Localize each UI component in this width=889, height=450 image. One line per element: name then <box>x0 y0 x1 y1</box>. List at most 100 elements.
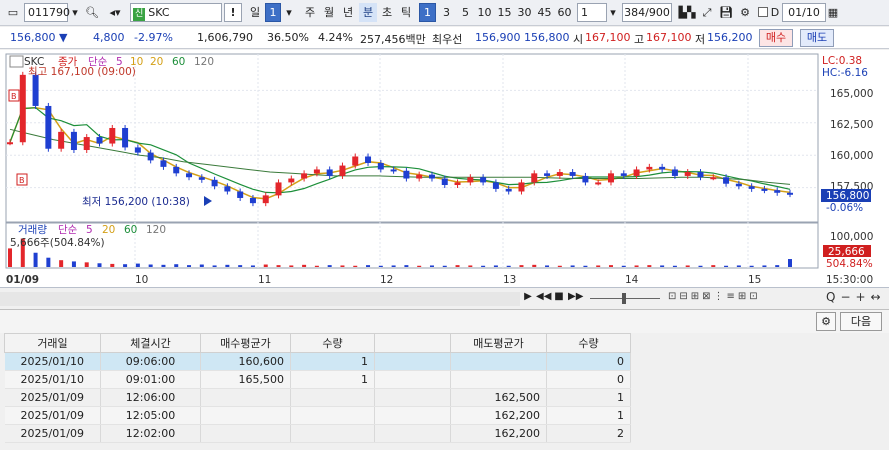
bar-count-field[interactable]: 384/900 <box>622 3 672 22</box>
rewind-icon[interactable]: ◀◀ <box>536 291 551 306</box>
search-icon[interactable]: 🔍︎ <box>83 3 101 22</box>
tab-week[interactable]: 주 <box>301 3 319 22</box>
chart-type-icon[interactable]: ▙▚ <box>677 3 697 22</box>
volume-bar <box>212 265 217 267</box>
column-header[interactable]: 수량 <box>290 333 375 353</box>
column-header[interactable]: 수량 <box>546 333 631 353</box>
line-tool-icon[interactable]: ⤢ <box>698 3 716 22</box>
volume-bar <box>481 265 486 267</box>
minute-option-15[interactable]: 15 <box>495 3 514 22</box>
tab-year[interactable]: 년 <box>339 3 357 22</box>
count-select[interactable]: 1 <box>577 3 607 22</box>
grid-settings-icon[interactable]: ⚙ <box>816 312 836 331</box>
window-menu-icon[interactable]: ▭ <box>3 3 23 22</box>
price-volume-chart[interactable]: SKC 종가 단순 5 10 20 60 120 최고 167,100 (09:… <box>0 50 889 288</box>
volume-bar <box>161 264 166 267</box>
period-spinner-arrow-icon[interactable]: ▾ <box>282 3 296 22</box>
volume-bar <box>289 265 294 267</box>
volume-bar <box>97 263 102 267</box>
best-ask: 156,900 <box>475 31 521 44</box>
tab-tick[interactable]: 틱 <box>397 3 415 22</box>
volume-bar <box>404 265 409 267</box>
table-row[interactable]: 2025/01/09 12:06:00 162,500 1 <box>4 388 631 407</box>
volume-bar <box>417 265 422 267</box>
chart-menu-icon[interactable] <box>9 55 24 68</box>
table-row[interactable]: 2025/01/10 09:01:00 165,500 1 0 <box>4 370 631 389</box>
chart-area[interactable]: SKC 종가 단순 5 10 20 60 120 최고 167,100 (09:… <box>0 50 889 288</box>
next-button[interactable]: 다음 <box>840 312 882 331</box>
stock-name-field[interactable]: 신 SKC <box>130 3 222 22</box>
minute-option-45[interactable]: 45 <box>535 3 554 22</box>
candle <box>735 183 742 187</box>
high-annotation: 최고 167,100 (09:00) <box>28 66 136 78</box>
tab-second[interactable]: 초 <box>378 3 396 22</box>
volume-bar <box>378 265 383 267</box>
buy-qty <box>290 388 375 407</box>
volume-bar <box>46 257 51 267</box>
minute-option-1[interactable]: 1 <box>419 3 436 22</box>
table-row[interactable]: 2025/01/09 12:05:00 162,200 1 <box>4 406 631 425</box>
zoom-slider-handle[interactable] <box>622 293 626 304</box>
candle <box>134 147 141 153</box>
zoom-controls-icon[interactable]: Q−+↔ <box>826 290 886 306</box>
minute-option-10[interactable]: 10 <box>475 3 494 22</box>
volume-bar <box>596 265 601 267</box>
volume-bar <box>353 265 358 267</box>
settings-icon[interactable]: ⚙ <box>736 3 754 22</box>
column-header[interactable]: 거래일 <box>4 333 101 353</box>
minute-option-5[interactable]: 5 <box>457 3 474 22</box>
table-row[interactable]: 2025/01/10 09:06:00 160,600 1 0 <box>4 352 631 371</box>
count-dropdown-icon[interactable]: ▾ <box>607 3 619 22</box>
sound-dropdown-icon[interactable]: ◂▾ <box>102 3 128 22</box>
play-icon[interactable]: ▶ <box>522 291 534 306</box>
buy-qty: 1 <box>290 370 375 389</box>
column-header[interactable] <box>374 333 451 353</box>
volume-bar <box>621 265 626 267</box>
buy-avg-price <box>200 424 291 443</box>
column-header[interactable]: 체결시간 <box>100 333 201 353</box>
volume-max-annotation: 5,666주(504.84%) <box>10 237 105 249</box>
table-header-row: 거래일 체결시간 매수평균가 수량 매도평균가 수량 <box>4 333 631 353</box>
volume-bar <box>110 263 115 267</box>
column-header[interactable]: 매도평균가 <box>450 333 547 353</box>
period-spinner[interactable]: 1 <box>265 3 281 22</box>
legend-ma120: 120 <box>194 56 214 68</box>
candle <box>710 177 717 180</box>
trade-date: 2025/01/10 <box>4 370 101 389</box>
x-label: 15 <box>748 274 761 286</box>
spacer-cell <box>374 370 451 389</box>
chart-tool-icons[interactable]: ⊡⊟⊞⊠⋮≡⊞⊡ <box>668 291 818 306</box>
code-dropdown-icon[interactable]: ▾ <box>68 3 82 22</box>
tab-day[interactable]: 일 <box>246 3 264 22</box>
volume-bar <box>123 264 128 267</box>
candle <box>761 188 768 191</box>
tab-minute[interactable]: 분 <box>359 3 377 22</box>
stock-code-input[interactable]: 011790 <box>24 3 70 22</box>
tab-month[interactable]: 월 <box>320 3 338 22</box>
candle <box>32 74 39 106</box>
alert-button[interactable]: ! <box>224 3 242 22</box>
table-row[interactable]: 2025/01/09 12:02:00 162,200 2 <box>4 424 631 443</box>
x-label: 10 <box>135 274 148 286</box>
buy-button[interactable]: 매수 <box>759 29 793 47</box>
volume-bar <box>391 265 396 267</box>
volume-bar <box>314 265 319 267</box>
minute-option-60[interactable]: 60 <box>555 3 574 22</box>
volume-bar <box>570 265 575 267</box>
forward-icon[interactable]: ▶▶ <box>568 291 583 306</box>
stop-icon[interactable]: ■ <box>553 291 565 306</box>
candle <box>646 166 653 170</box>
date-input[interactable]: 01/10 <box>782 3 826 22</box>
save-icon[interactable]: 💾︎ <box>717 3 735 22</box>
column-header[interactable]: 매수평균가 <box>200 333 291 353</box>
grid-toolbar: ⚙ 다음 <box>0 309 889 333</box>
minute-option-3[interactable]: 3 <box>438 3 455 22</box>
minute-option-30[interactable]: 30 <box>515 3 534 22</box>
calendar-icon[interactable]: ▦ <box>826 3 840 22</box>
turnover-percent: 4.24% <box>318 31 353 44</box>
d-checkbox[interactable] <box>757 3 769 22</box>
low-annotation: 최저 156,200 (10:38) <box>82 196 190 208</box>
volume-bar <box>736 265 741 267</box>
scroll-track[interactable] <box>0 292 520 306</box>
sell-button[interactable]: 매도 <box>800 29 834 47</box>
